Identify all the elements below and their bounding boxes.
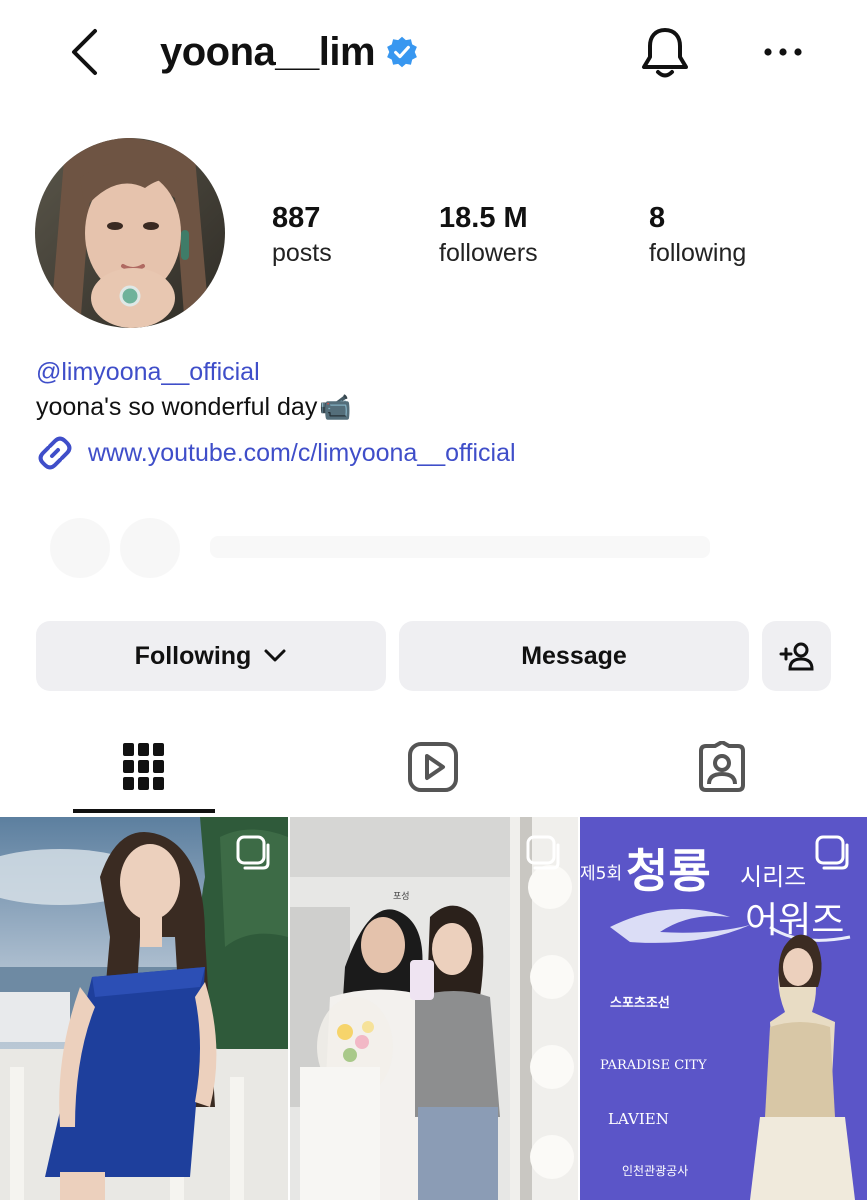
faded-followed-by-row: [40, 508, 740, 588]
tab-reels[interactable]: [403, 734, 463, 800]
faded-avatars: [50, 518, 710, 578]
username: yoona__lim: [160, 30, 376, 74]
awards-title-line2: 어워즈: [745, 900, 844, 941]
awards-title-prefix: 제5회: [580, 864, 622, 884]
chevron-left-icon: [72, 29, 97, 75]
followers-value: 18.5 M: [439, 202, 528, 234]
sponsor-3: LAVIEN: [608, 1110, 669, 1128]
bell-icon: [642, 28, 688, 78]
post-2-note: 포성: [393, 891, 410, 902]
posts-label: posts: [272, 239, 332, 267]
following-button-label: Following: [134, 641, 252, 670]
post-thumbnail-3[interactable]: 제5회 청룡 시리즈 어워즈 스포츠조선 PARADISE CITY LAVIE…: [580, 817, 867, 1200]
posts-value: 887: [272, 202, 321, 234]
posts-count: 887 posts: [272, 200, 332, 270]
verified-badge-icon: [387, 36, 417, 68]
profile-avatar[interactable]: [35, 138, 225, 328]
more-options-button[interactable]: [760, 30, 806, 74]
active-tab-indicator: [73, 809, 215, 813]
post-1-photo: [0, 817, 288, 1200]
post-thumbnail-1[interactable]: [0, 817, 288, 1200]
sponsor-2: PARADISE CITY: [600, 1058, 707, 1073]
sponsor-1: 스포츠조선: [610, 995, 670, 1011]
bio-text: yoona's so wonderful day 📹: [36, 390, 352, 424]
tagged-icon: [699, 741, 745, 792]
tab-grid[interactable]: [114, 734, 174, 800]
bio-mention-link[interactable]: @limyoona__official: [36, 355, 260, 389]
post-2-photo: 포성: [290, 817, 578, 1200]
add-user-button[interactable]: [762, 621, 831, 691]
followers-label: followers: [439, 239, 538, 267]
sponsor-4: 인천관광공사: [622, 1163, 688, 1178]
profile-header: yoona__lim: [160, 28, 419, 76]
awards-title-suffix: 시리즈: [740, 863, 806, 891]
add-user-icon: [779, 642, 814, 671]
post-thumbnail-2[interactable]: 포성: [290, 817, 578, 1200]
following-button[interactable]: Following: [36, 621, 386, 691]
top-bar: yoona__lim: [0, 0, 867, 104]
multiple-posts-icon: [236, 835, 270, 870]
chevron-down-icon: [264, 649, 286, 662]
bio-link[interactable]: www.youtube.com/c/limyoona__official: [36, 434, 516, 472]
tab-tagged[interactable]: [692, 734, 752, 800]
avatar-photo: [35, 138, 225, 328]
reels-icon: [408, 742, 458, 792]
post-3-photo: 제5회 청룡 시리즈 어워즈 스포츠조선 PARADISE CITY LAVIE…: [580, 817, 867, 1200]
multiple-posts-icon: [526, 835, 560, 870]
notifications-button[interactable]: [638, 24, 692, 80]
multiple-posts-icon: [815, 835, 849, 870]
bio-link-text: www.youtube.com/c/limyoona__official: [88, 439, 516, 467]
following-count[interactable]: 8 following: [649, 200, 746, 270]
message-button-label: Message: [521, 641, 627, 670]
following-label: following: [649, 239, 747, 267]
bio-line: yoona's so wonderful day: [36, 393, 318, 421]
message-button[interactable]: Message: [399, 621, 749, 691]
link-icon: [38, 436, 72, 470]
more-horizontal-icon: [764, 48, 802, 56]
followers-count[interactable]: 18.5 M followers: [439, 200, 538, 270]
awards-title-main: 청룡: [626, 844, 711, 898]
back-button[interactable]: [62, 26, 106, 78]
following-value: 8: [649, 202, 666, 234]
grid-icon: [123, 743, 164, 790]
video-camera-emoji: 📹: [319, 392, 352, 422]
